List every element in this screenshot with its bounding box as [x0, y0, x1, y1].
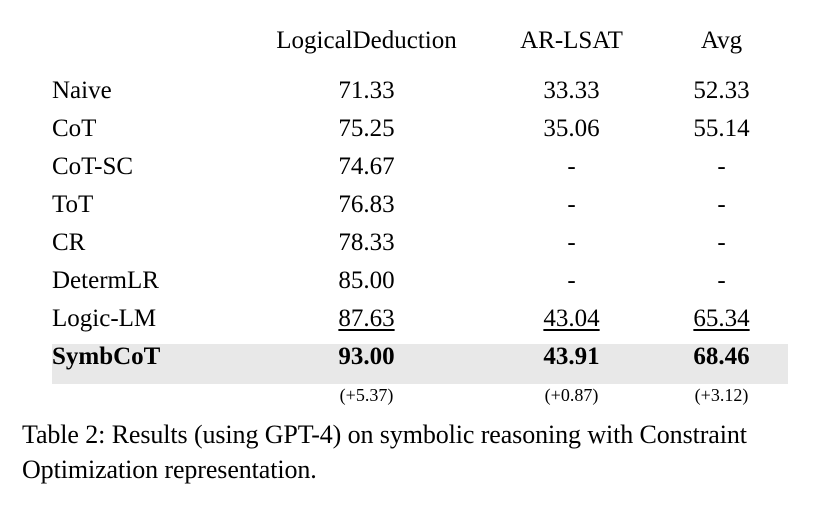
cell-logical-deduction: 85.00 — [338, 267, 395, 294]
cell-ar-lsat: 35.06 — [543, 115, 600, 142]
cell-ar-lsat: - — [567, 267, 576, 294]
cell-logical-deduction: 76.83 — [338, 191, 395, 218]
table-row: DetermLR 85.00 - - — [52, 268, 788, 306]
cell-avg: 52.33 — [693, 77, 750, 104]
row-label: CoT — [52, 115, 97, 142]
cell-logical-deduction: 78.33 — [338, 229, 395, 256]
cell-logical-deduction: 93.00 — [245, 344, 488, 384]
delta-avg: (+3.12) — [694, 385, 749, 405]
cell-avg: - — [717, 153, 726, 180]
table-row: CR 78.33 - - — [52, 230, 788, 268]
cell-avg: 68.46 — [655, 344, 788, 384]
cell-ar-lsat: - — [567, 229, 576, 256]
column-header-method — [52, 28, 245, 66]
table-row: CoT-SC 74.67 - - — [52, 154, 788, 192]
table-row: ToT 76.83 - - — [52, 192, 788, 230]
table-caption: Table 2: Results (using GPT-4) on symbol… — [22, 420, 747, 484]
row-label: Naive — [52, 77, 112, 104]
cell-logical-deduction: 71.33 — [338, 77, 395, 104]
table-header-row: LogicalDeduction AR-LSAT Avg — [52, 28, 788, 66]
cell-ar-lsat: 43.91 — [488, 344, 655, 384]
column-header-logical-deduction: LogicalDeduction — [276, 27, 457, 54]
cell-logical-deduction: 75.25 — [338, 115, 395, 142]
table-row: Naive 71.33 33.33 52.33 — [52, 78, 788, 116]
table-row-delta: (+5.37) (+0.87) (+3.12) — [52, 384, 788, 416]
table-figure: LogicalDeduction AR-LSAT Avg Naive 71.33… — [0, 0, 820, 514]
cell-avg: 65.34 — [693, 305, 750, 332]
column-header-ar-lsat: AR-LSAT — [520, 27, 623, 54]
cell-ar-lsat: 43.04 — [543, 305, 600, 332]
row-label: SymbCoT — [52, 344, 245, 384]
cell-ar-lsat: - — [567, 153, 576, 180]
cell-avg: - — [717, 267, 726, 294]
cell-ar-lsat: - — [567, 191, 576, 218]
delta-row-label — [52, 384, 245, 416]
row-label: CoT-SC — [52, 153, 134, 180]
results-table-container: LogicalDeduction AR-LSAT Avg Naive 71.33… — [52, 24, 788, 427]
row-label: ToT — [52, 191, 94, 218]
table-row: CoT 75.25 35.06 55.14 — [52, 116, 788, 154]
results-table: LogicalDeduction AR-LSAT Avg Naive 71.33… — [52, 24, 788, 427]
row-label: CR — [52, 229, 86, 256]
cell-logical-deduction: 74.67 — [338, 153, 395, 180]
delta-ar-lsat: (+0.87) — [544, 385, 599, 405]
table-row-second-best: Logic-LM 87.63 43.04 65.34 — [52, 306, 788, 344]
column-header-avg: Avg — [700, 27, 743, 54]
cell-ar-lsat: 33.33 — [543, 77, 600, 104]
row-label: DetermLR — [52, 267, 159, 294]
cell-logical-deduction: 87.63 — [338, 305, 395, 332]
cell-avg: 55.14 — [693, 115, 750, 142]
delta-logical-deduction: (+5.37) — [339, 385, 394, 405]
table-row-best: SymbCoT 93.00 43.91 68.46 — [52, 344, 788, 384]
table-header-gap — [52, 69, 788, 78]
cell-avg: - — [717, 191, 726, 218]
row-label: Logic-LM — [52, 305, 157, 332]
cell-avg: - — [717, 229, 726, 256]
